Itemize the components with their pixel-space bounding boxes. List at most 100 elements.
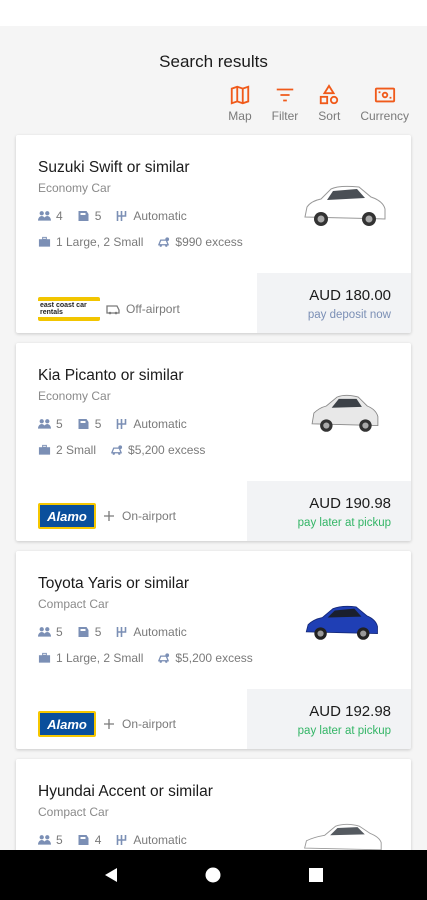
- transmission-icon: [117, 627, 127, 637]
- supplier-name: Alamo: [47, 508, 87, 524]
- payment-terms: pay later at pickup: [297, 517, 391, 529]
- results-list: Suzuki Swift or similar Economy Car 4 5 …: [16, 135, 411, 900]
- back-icon[interactable]: [102, 866, 120, 884]
- excess-icon: [158, 653, 170, 663]
- shuttle-icon: [106, 305, 120, 315]
- doors-count: 4: [94, 833, 102, 847]
- passengers-icon: [38, 835, 51, 845]
- sort-label: Sort: [318, 109, 341, 123]
- excess: $990 excess: [175, 235, 243, 249]
- transmission: Automatic: [133, 833, 187, 847]
- supplier-name: Alamo: [47, 716, 87, 732]
- supplier-logo: east coast car rentals: [38, 297, 100, 321]
- status-bar: [0, 0, 427, 26]
- currency-label: Currency: [360, 109, 409, 123]
- door-icon: [78, 419, 89, 429]
- car-specs-2: 1 Large, 2 Small $5,200 excess: [38, 651, 253, 665]
- supplier-name: east coast car rentals: [38, 301, 100, 317]
- door-icon: [78, 627, 89, 637]
- price-box[interactable]: AUD 192.98 pay later at pickup: [247, 689, 411, 749]
- luggage-icon: [38, 444, 51, 455]
- doors-count: 5: [94, 209, 102, 223]
- system-nav-bar: [0, 850, 427, 900]
- car-class: Economy Car: [38, 389, 111, 403]
- supplier-logo: Alamo: [38, 503, 96, 529]
- supplier: Alamo On-airport: [38, 711, 176, 737]
- luggage: 1 Large, 2 Small: [56, 651, 144, 665]
- currency-button[interactable]: Currency: [360, 84, 409, 123]
- passengers-count: 5: [56, 417, 63, 431]
- payment-terms: pay later at pickup: [297, 725, 391, 737]
- car-name: Kia Picanto or similar: [38, 367, 184, 384]
- price-box[interactable]: AUD 190.98 pay later at pickup: [247, 481, 411, 541]
- car-name: Toyota Yaris or similar: [38, 575, 190, 592]
- location-type: Off-airport: [126, 302, 180, 316]
- car-name: Suzuki Swift or similar: [38, 159, 190, 176]
- excess-icon: [158, 237, 170, 247]
- car-class: Economy Car: [38, 181, 111, 195]
- map-button[interactable]: Map: [228, 84, 252, 123]
- sort-icon: [320, 84, 339, 105]
- excess: $5,200 excess: [128, 443, 206, 457]
- filter-button[interactable]: Filter: [271, 84, 299, 123]
- excess: $5,200 excess: [175, 651, 253, 665]
- passengers-icon: [38, 627, 51, 637]
- transmission-icon: [117, 835, 127, 845]
- door-icon: [78, 835, 89, 845]
- car-image: [305, 605, 378, 640]
- sort-button[interactable]: Sort: [318, 84, 340, 123]
- passengers-count: 4: [56, 209, 63, 223]
- price: AUD 192.98: [309, 703, 391, 720]
- car-specs-2: 1 Large, 2 Small $990 excess: [38, 235, 243, 249]
- payment-terms: pay deposit now: [307, 309, 391, 321]
- supplier: Alamo On-airport: [38, 503, 176, 529]
- car-specs: 5 5 Automatic: [38, 625, 187, 639]
- location-type: On-airport: [122, 509, 177, 523]
- toolbar: Map Filter Sort Currency: [228, 84, 409, 123]
- luggage: 2 Small: [56, 443, 97, 457]
- price: AUD 190.98: [309, 495, 391, 512]
- transmission: Automatic: [133, 417, 187, 431]
- home-icon[interactable]: [204, 866, 222, 884]
- result-card[interactable]: Suzuki Swift or similar Economy Car 4 5 …: [16, 135, 411, 333]
- passengers-icon: [38, 211, 51, 221]
- result-card[interactable]: Toyota Yaris or similar Compact Car 5 5 …: [16, 551, 411, 749]
- doors-count: 5: [94, 417, 102, 431]
- page-title: Search results: [159, 52, 268, 71]
- transmission: Automatic: [133, 625, 187, 639]
- luggage: 1 Large, 2 Small: [56, 235, 144, 249]
- car-class: Compact Car: [38, 597, 109, 611]
- airplane-icon: [104, 511, 114, 521]
- doors-count: 5: [94, 625, 102, 639]
- transmission: Automatic: [133, 209, 187, 223]
- car-specs-2: 2 Small $5,200 excess: [38, 443, 205, 457]
- currency-icon: [374, 87, 395, 103]
- door-icon: [78, 211, 89, 221]
- luggage-icon: [38, 236, 51, 247]
- passengers-icon: [38, 419, 51, 429]
- car-specs: 4 5 Automatic: [38, 209, 187, 223]
- recents-icon[interactable]: [307, 866, 325, 884]
- transmission-icon: [117, 419, 127, 429]
- car-name: Hyundai Accent or similar: [38, 783, 213, 800]
- result-card[interactable]: Kia Picanto or similar Economy Car 5 5 A…: [16, 343, 411, 541]
- location-type: On-airport: [122, 717, 177, 731]
- car-specs: 5 4 Automatic: [38, 833, 187, 847]
- map-icon: [230, 85, 250, 105]
- car-class: Compact Car: [38, 805, 109, 819]
- car-specs: 5 5 Automatic: [38, 417, 187, 431]
- map-label: Map: [228, 109, 252, 123]
- luggage-icon: [38, 652, 51, 663]
- passengers-count: 5: [56, 833, 63, 847]
- passengers-count: 5: [56, 625, 63, 639]
- car-image: [304, 185, 386, 226]
- price: AUD 180.00: [309, 287, 391, 304]
- car-image: [311, 394, 379, 432]
- header: Search results Map Filter Sort Currency: [0, 26, 427, 130]
- filter-label: Filter: [271, 109, 299, 123]
- airplane-icon: [104, 719, 114, 729]
- filter-icon: [276, 88, 294, 102]
- supplier-logo: Alamo: [38, 711, 96, 737]
- transmission-icon: [117, 211, 127, 221]
- price-box[interactable]: AUD 180.00 pay deposit now: [257, 273, 411, 333]
